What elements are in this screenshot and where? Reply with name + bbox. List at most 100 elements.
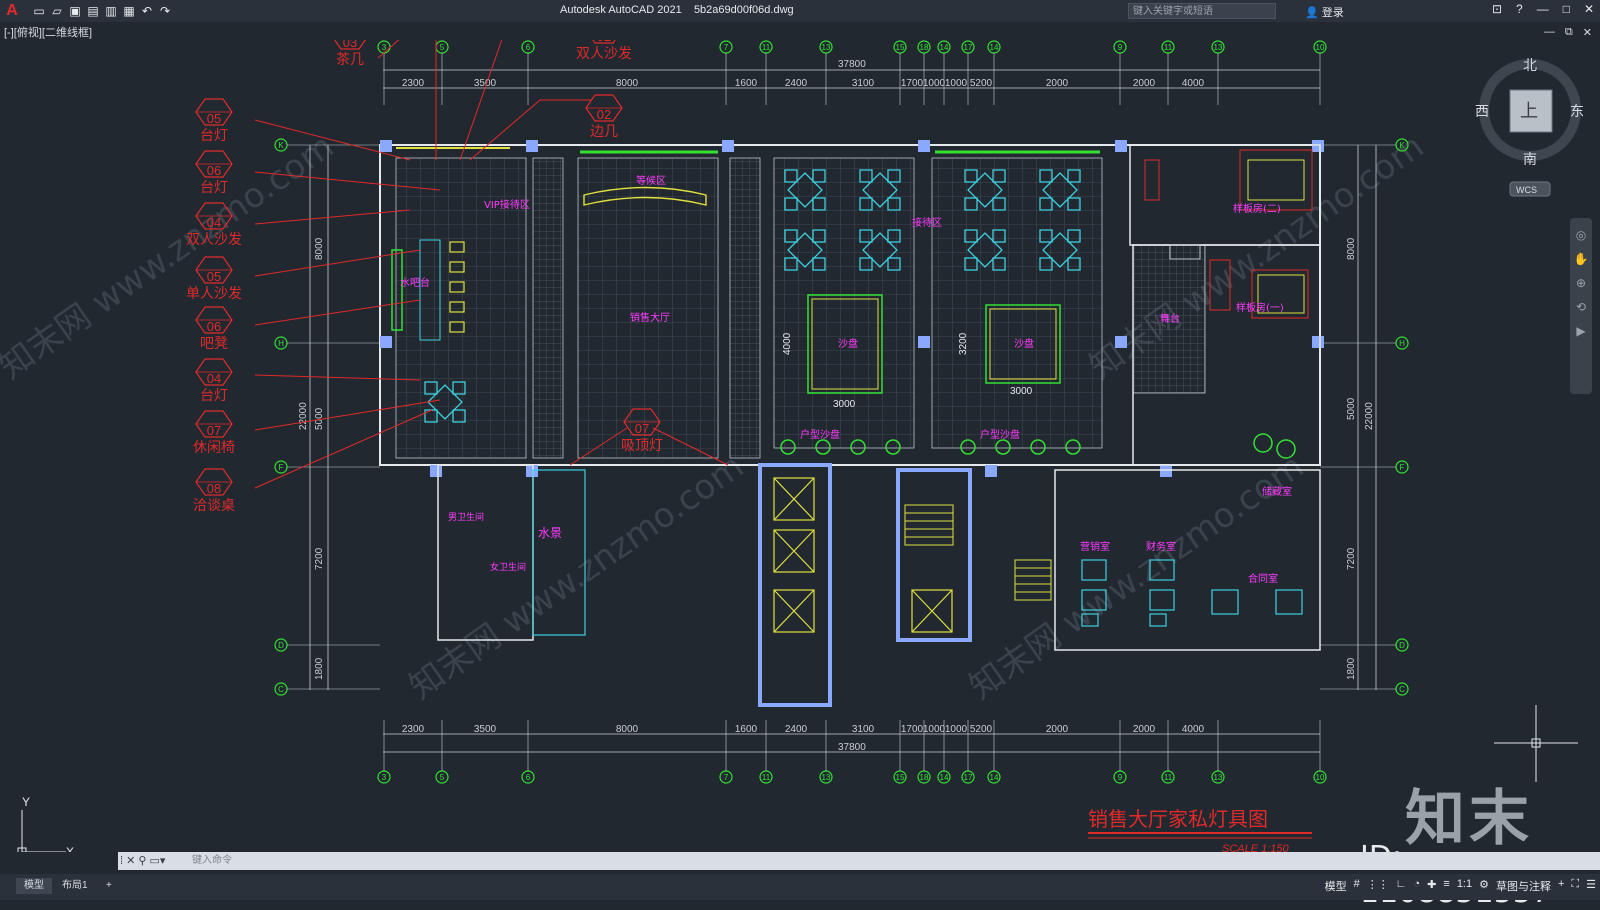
svg-text:04: 04	[207, 371, 221, 386]
dim-label: 8000	[616, 78, 639, 89]
dim-label: 1000	[945, 78, 968, 89]
callout-tag: 05 单人沙发	[186, 256, 242, 302]
orbit-icon[interactable]: ⟲	[1570, 300, 1592, 314]
svg-text:X: X	[66, 845, 74, 852]
dim-label: 1000	[923, 78, 946, 89]
maximize-button[interactable]: □	[1563, 2, 1570, 16]
annotation-scale-button[interactable]: 1:1	[1457, 878, 1472, 894]
svg-text:13: 13	[1214, 773, 1223, 782]
gear-icon[interactable]: ⚙	[1479, 878, 1489, 894]
dim-label: 2300	[402, 724, 425, 735]
search-input[interactable]: 键入关键字或短语	[1128, 3, 1276, 19]
dim-label: 5200	[970, 78, 993, 89]
svg-text:接待区: 接待区	[912, 216, 942, 229]
viewport-label[interactable]: [-][俯视][二维线框]	[4, 24, 92, 40]
zoom-icon[interactable]: ⊕	[1570, 276, 1592, 290]
drawing-canvas[interactable]: 知末网 www.znzmo.com 知末网 www.znzmo.com 知末网 …	[0, 40, 1600, 852]
menu-icon[interactable]: ☰	[1586, 878, 1596, 894]
pan-icon[interactable]: ✋	[1570, 252, 1592, 266]
dim-label: 2000	[1046, 724, 1069, 735]
command-line[interactable]: ⁞ ✕ ⚲ ▭▾ 键入命令	[118, 852, 1600, 870]
cart-icon[interactable]: ⊡	[1492, 2, 1502, 16]
grid-icon[interactable]: #	[1354, 878, 1360, 894]
svg-text:15: 15	[896, 773, 905, 782]
callout-tag: 03 茶几	[334, 40, 366, 68]
plus-icon[interactable]: +	[1558, 878, 1564, 894]
svg-text:营销室: 营销室	[1080, 540, 1110, 553]
dim-label: 1700	[901, 724, 924, 735]
svg-text:舞台: 舞台	[1160, 312, 1180, 325]
axis-bubble: 17	[961, 40, 975, 105]
snap-icon[interactable]: ⋮⋮	[1367, 878, 1389, 894]
tab-model[interactable]: 模型	[16, 878, 52, 894]
fullscreen-icon[interactable]: ⛶	[1571, 878, 1579, 894]
navigation-bar[interactable]: ◎ ✋ ⊕ ⟲ ▶	[1570, 218, 1592, 394]
undo-icon[interactable]: ↶	[140, 4, 154, 18]
close-button[interactable]: ✕	[1584, 2, 1594, 16]
tab-add[interactable]: +	[98, 878, 120, 894]
viewcube[interactable]: 上 北 南 东 西 WCS	[1475, 57, 1584, 197]
svg-text:水景: 水景	[538, 526, 562, 540]
vp-restore-icon[interactable]: ⧉	[1565, 26, 1573, 39]
svg-text:3200: 3200	[958, 332, 969, 355]
vp-close-icon[interactable]: ✕	[1583, 26, 1592, 39]
plot-icon[interactable]: ▥	[104, 4, 118, 18]
autocad-logo-icon[interactable]: A	[2, 1, 22, 21]
dim-label: 2400	[785, 724, 808, 735]
svg-text:14: 14	[990, 773, 999, 782]
polar-icon[interactable]: ◔	[1414, 878, 1421, 894]
axis-bubble: 10	[1313, 40, 1327, 105]
svg-text:WCS: WCS	[1516, 185, 1537, 195]
row-bubble: F	[1320, 460, 1409, 474]
callout-tag: 06 台灯	[195, 150, 233, 196]
saveas-icon[interactable]: ▤	[86, 4, 100, 18]
model-space-button[interactable]: 模型	[1325, 878, 1347, 894]
callout-tag: 02 双人沙发	[576, 40, 632, 62]
redo-icon[interactable]: ↷	[158, 4, 172, 18]
save-icon[interactable]: ▣	[68, 4, 82, 18]
workspace-button[interactable]: 草图与注释	[1496, 878, 1551, 894]
dim-label: 2000	[1046, 78, 1069, 89]
window-controls: ⊡ ? — □ ✕	[1492, 2, 1594, 16]
svg-text:边几: 边几	[590, 124, 618, 140]
svg-text:13: 13	[822, 43, 831, 52]
svg-text:F: F	[279, 463, 284, 472]
svg-text:知末网 www.znzmo.com: 知末网 www.znzmo.com	[0, 126, 341, 387]
osnap-icon[interactable]: ✚	[1427, 878, 1436, 894]
wheel-icon[interactable]: ◎	[1570, 228, 1592, 242]
top-dimensions: 37800 2300 3500 8000 1600 2400 3100 1700 1000 10…	[383, 59, 1320, 89]
svg-text:台灯: 台灯	[200, 180, 228, 196]
tab-layout1[interactable]: 布局1	[54, 878, 96, 894]
svg-text:17: 17	[964, 773, 973, 782]
print-icon[interactable]: ▦	[122, 4, 136, 18]
svg-text:女卫生间: 女卫生间	[490, 561, 526, 573]
help-icon[interactable]: ?	[1516, 2, 1523, 16]
showmotion-icon[interactable]: ▶	[1570, 324, 1592, 338]
svg-text:H: H	[278, 339, 284, 348]
svg-text:东: 东	[1570, 103, 1584, 119]
svg-text:14: 14	[940, 773, 949, 782]
svg-text:西: 西	[1475, 103, 1489, 119]
dim-label: 5200	[970, 724, 993, 735]
row-bubble: D	[274, 638, 380, 652]
window-title: Autodesk AutoCAD 2021 5b2a69d00f06d.dwg	[560, 4, 794, 16]
drawing-title-block: 销售大厅家私灯具图 SCALE 1:150	[1088, 807, 1312, 852]
row-bubble: C	[274, 682, 380, 696]
axis-bubble: 18	[917, 40, 931, 105]
new-icon[interactable]: ▭	[32, 4, 46, 18]
axis-bubble: 15	[893, 40, 907, 105]
login-button[interactable]: 👤 登录	[1305, 4, 1344, 20]
lineweight-icon[interactable]: ≡	[1443, 878, 1449, 894]
vp-minimize-icon[interactable]: —	[1544, 26, 1555, 39]
dim-label: 2400	[785, 78, 808, 89]
svg-text:5: 5	[440, 773, 445, 782]
svg-text:知末网 www.znzmo.com: 知末网 www.znzmo.com	[402, 446, 751, 707]
ortho-icon[interactable]: ∟	[1396, 878, 1407, 894]
open-icon[interactable]: ▱	[50, 4, 64, 18]
svg-text:13: 13	[1214, 43, 1223, 52]
command-input[interactable]: 键入命令	[192, 852, 232, 870]
svg-text:7200: 7200	[314, 547, 325, 570]
dim-label: 2000	[1133, 78, 1156, 89]
minimize-button[interactable]: —	[1537, 2, 1549, 16]
status-icons: 模型 # ⋮⋮ ∟ ◔ ✚ ≡ 1:1 ⚙ 草图与注释 + ⛶ ☰	[1325, 878, 1596, 894]
